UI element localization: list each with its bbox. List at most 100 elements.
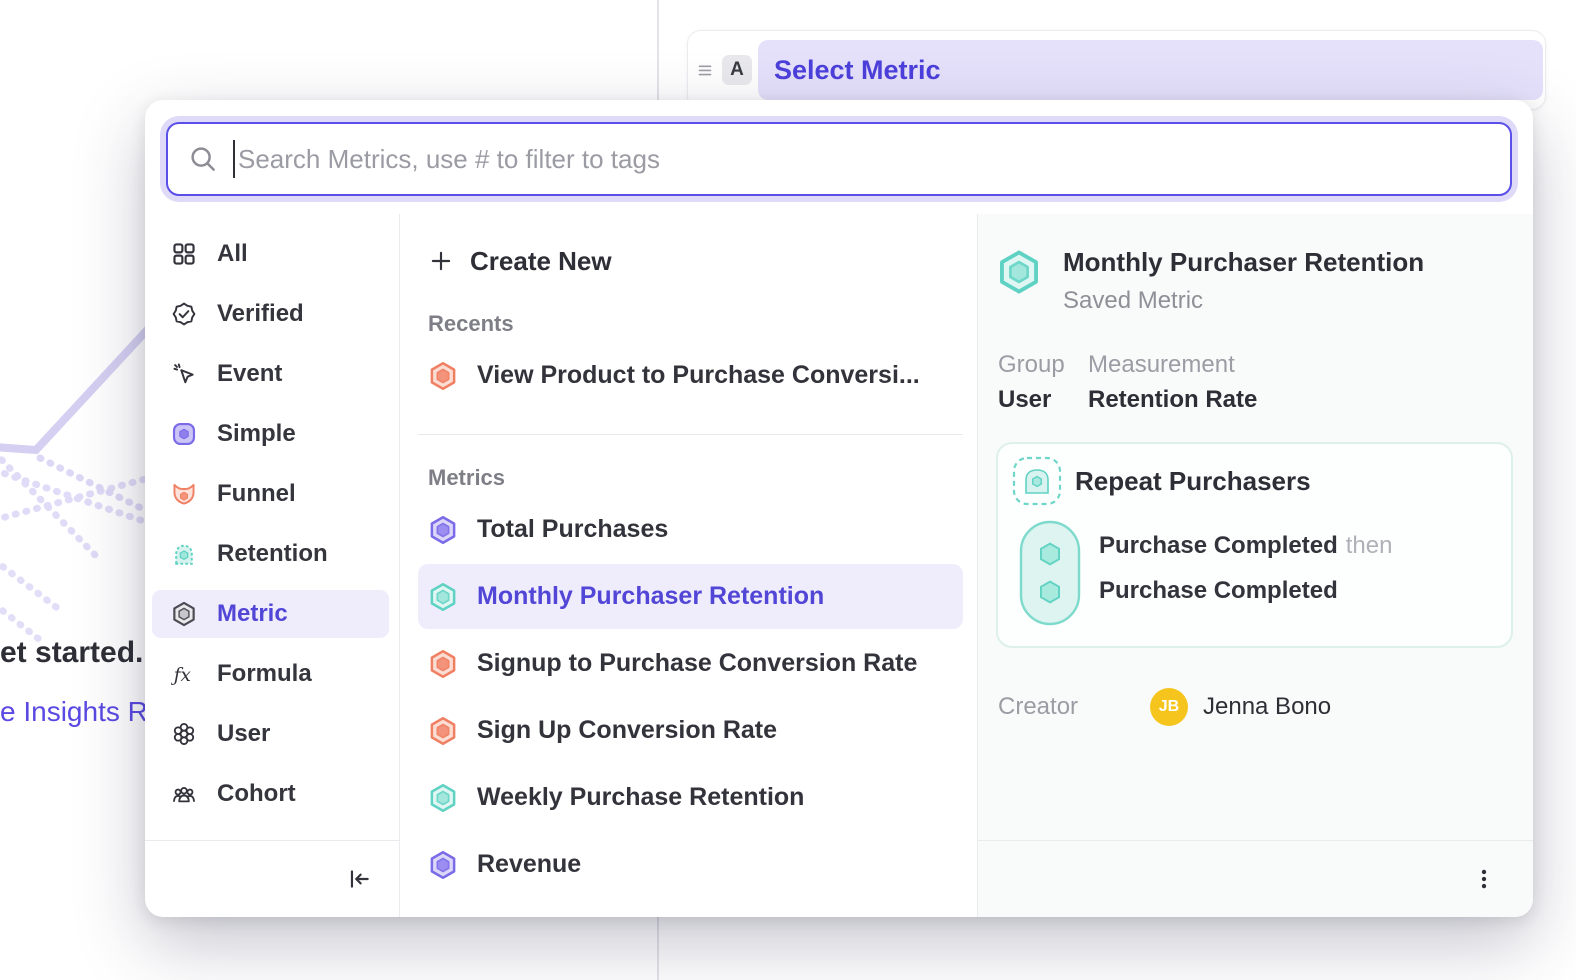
query-builder-metric-row: A Select Metric (687, 30, 1546, 110)
hex-purple-icon (428, 850, 458, 880)
sidebar-item-label: All (217, 240, 248, 268)
sidebar-item-label: Retention (217, 540, 328, 568)
metric-detail-panel: Monthly Purchaser Retention Saved Metric… (978, 214, 1533, 917)
create-new-label: Create New (470, 246, 612, 277)
sidebar-item-label: Event (217, 360, 282, 388)
sidebar-item-label: User (217, 720, 270, 748)
search-box[interactable] (166, 122, 1512, 196)
metric-list-item-monthly-purchaser-retention[interactable]: Monthly Purchaser Retention (418, 564, 963, 629)
event-steps: Purchase Completedthen Purchase Complete… (1099, 520, 1392, 626)
detail-title: Monthly Purchaser Retention (1063, 247, 1424, 278)
text-cursor (233, 140, 235, 178)
sidebar-item-label: Formula (217, 660, 312, 688)
section-title-metrics: Metrics (428, 465, 963, 491)
section-title-recents: Recents (428, 311, 963, 337)
sidebar-item-formula[interactable]: ƒx Formula (152, 650, 389, 698)
user-cluster-icon (171, 721, 197, 747)
metric-picker-modal: All Verified Event Simple Funnel Retention Met… (145, 100, 1533, 917)
select-metric-pill[interactable]: Select Metric (758, 40, 1543, 100)
background-insights-link-fragment[interactable]: e Insights Re (0, 696, 163, 728)
sidebar-item-label: Funnel (217, 480, 296, 508)
event-step: Purchase Completed (1099, 577, 1392, 605)
funnel-icon (171, 481, 197, 507)
hex-purple-icon (428, 515, 458, 545)
avatar: JB (1150, 688, 1188, 726)
metric-item-label: Total Purchases (477, 515, 668, 544)
retention-icon (171, 541, 197, 567)
hex-coral-icon (428, 649, 458, 679)
collapse-sidebar-icon[interactable] (346, 866, 372, 892)
sidebar-item-label: Metric (217, 600, 288, 628)
metric-sections: Recents View Product to Purchase Conversi… (418, 311, 963, 897)
sidebar-item-retention[interactable]: Retention (152, 530, 389, 578)
metric-list-item-signup-to-purchase-conversion-rate[interactable]: Signup to Purchase Conversion Rate (418, 631, 963, 696)
sidebar-item-user[interactable]: User (152, 710, 389, 758)
sidebar-item-label: Cohort (217, 780, 296, 808)
sidebar-item-label: Simple (217, 420, 296, 448)
sidebar-item-simple[interactable]: Simple (152, 410, 389, 458)
metric-hexagon-icon (171, 601, 197, 627)
metric-list-item-view-product-to-purchase-conversi-[interactable]: View Product to Purchase Conversi... (418, 343, 963, 408)
event-step: Purchase Completedthen (1099, 532, 1392, 560)
kebab-menu-icon[interactable] (1471, 866, 1497, 892)
cursor-click-icon (171, 361, 197, 387)
hex-teal-icon (428, 582, 458, 612)
hex-coral-icon (428, 716, 458, 746)
simple-insight-icon (171, 421, 197, 447)
detail-subtitle: Saved Metric (1063, 287, 1424, 315)
metric-list-item-total-purchases[interactable]: Total Purchases (418, 497, 963, 562)
detail-header: Monthly Purchaser Retention Saved Metric (996, 247, 1513, 315)
metric-item-label: View Product to Purchase Conversi... (477, 361, 920, 390)
cohort-icon (171, 781, 197, 807)
metric-list-column: Create New Recents View Product to Purcha… (400, 214, 978, 917)
creator-row: Creator JB Jenna Bono (996, 688, 1513, 726)
search-bar (160, 116, 1518, 202)
hex-teal-icon (428, 783, 458, 813)
modal-body: All Verified Event Simple Funnel Retention Met… (145, 214, 1533, 917)
verified-badge-icon (171, 301, 197, 327)
definition-header: Repeat Purchasers (1012, 456, 1497, 506)
metric-item-label: Signup to Purchase Conversion Rate (477, 649, 917, 678)
meta-measurement-value: Retention Rate (1088, 386, 1257, 414)
meta-group-label: Group (998, 351, 1088, 379)
sidebar-item-verified[interactable]: Verified (152, 290, 389, 338)
sidebar-item-event[interactable]: Event (152, 350, 389, 398)
sidebar-item-funnel[interactable]: Funnel (152, 470, 389, 518)
meta-group-value: User (998, 386, 1088, 414)
metric-definition-card: Repeat Purchasers Purchase Completedthen… (996, 442, 1513, 648)
metric-list-item-sign-up-conversion-rate[interactable]: Sign Up Conversion Rate (418, 698, 963, 763)
background-heading-fragment: et started. (0, 636, 143, 670)
definition-title: Repeat Purchasers (1075, 466, 1311, 497)
svg-text:ƒx: ƒx (171, 665, 192, 686)
type-filter-sidebar: All Verified Event Simple Funnel Retention Met… (145, 214, 400, 917)
metric-list-item-revenue[interactable]: Revenue (418, 832, 963, 897)
metric-item-label: Weekly Purchase Retention (477, 783, 804, 812)
plus-icon (428, 248, 454, 274)
sidebar-item-cohort[interactable]: Cohort (152, 770, 389, 818)
detail-footer (978, 840, 1533, 917)
create-new-button[interactable]: Create New (418, 241, 963, 281)
definition-body: Purchase Completedthen Purchase Complete… (1012, 520, 1497, 626)
drag-handle-icon[interactable] (694, 59, 716, 81)
metric-item-label: Monthly Purchaser Retention (477, 582, 824, 611)
step-a-badge[interactable]: A (722, 55, 752, 85)
retention-metric-icon (996, 249, 1042, 295)
grid-icon (171, 241, 197, 267)
metric-item-label: Revenue (477, 850, 581, 879)
meta-measurement-label: Measurement (1088, 351, 1257, 379)
search-icon (188, 144, 218, 174)
creator-name: Jenna Bono (1203, 693, 1331, 721)
formula-icon: ƒx (171, 661, 197, 687)
sidebar-item-metric[interactable]: Metric (152, 590, 389, 638)
search-input[interactable] (238, 144, 1510, 175)
metric-list-item-weekly-purchase-retention[interactable]: Weekly Purchase Retention (418, 765, 963, 830)
sidebar-item-label: Verified (217, 300, 304, 328)
metric-item-label: Sign Up Conversion Rate (477, 716, 777, 745)
repeat-cohort-icon (1012, 456, 1062, 506)
sidebar-footer (145, 840, 399, 917)
sidebar-item-all[interactable]: All (152, 230, 389, 278)
type-filter-list: All Verified Event Simple Funnel Retention Met… (145, 230, 399, 818)
creator-label: Creator (998, 693, 1150, 721)
event-sequence-capsule-icon (1019, 520, 1081, 626)
section-divider (418, 434, 963, 435)
